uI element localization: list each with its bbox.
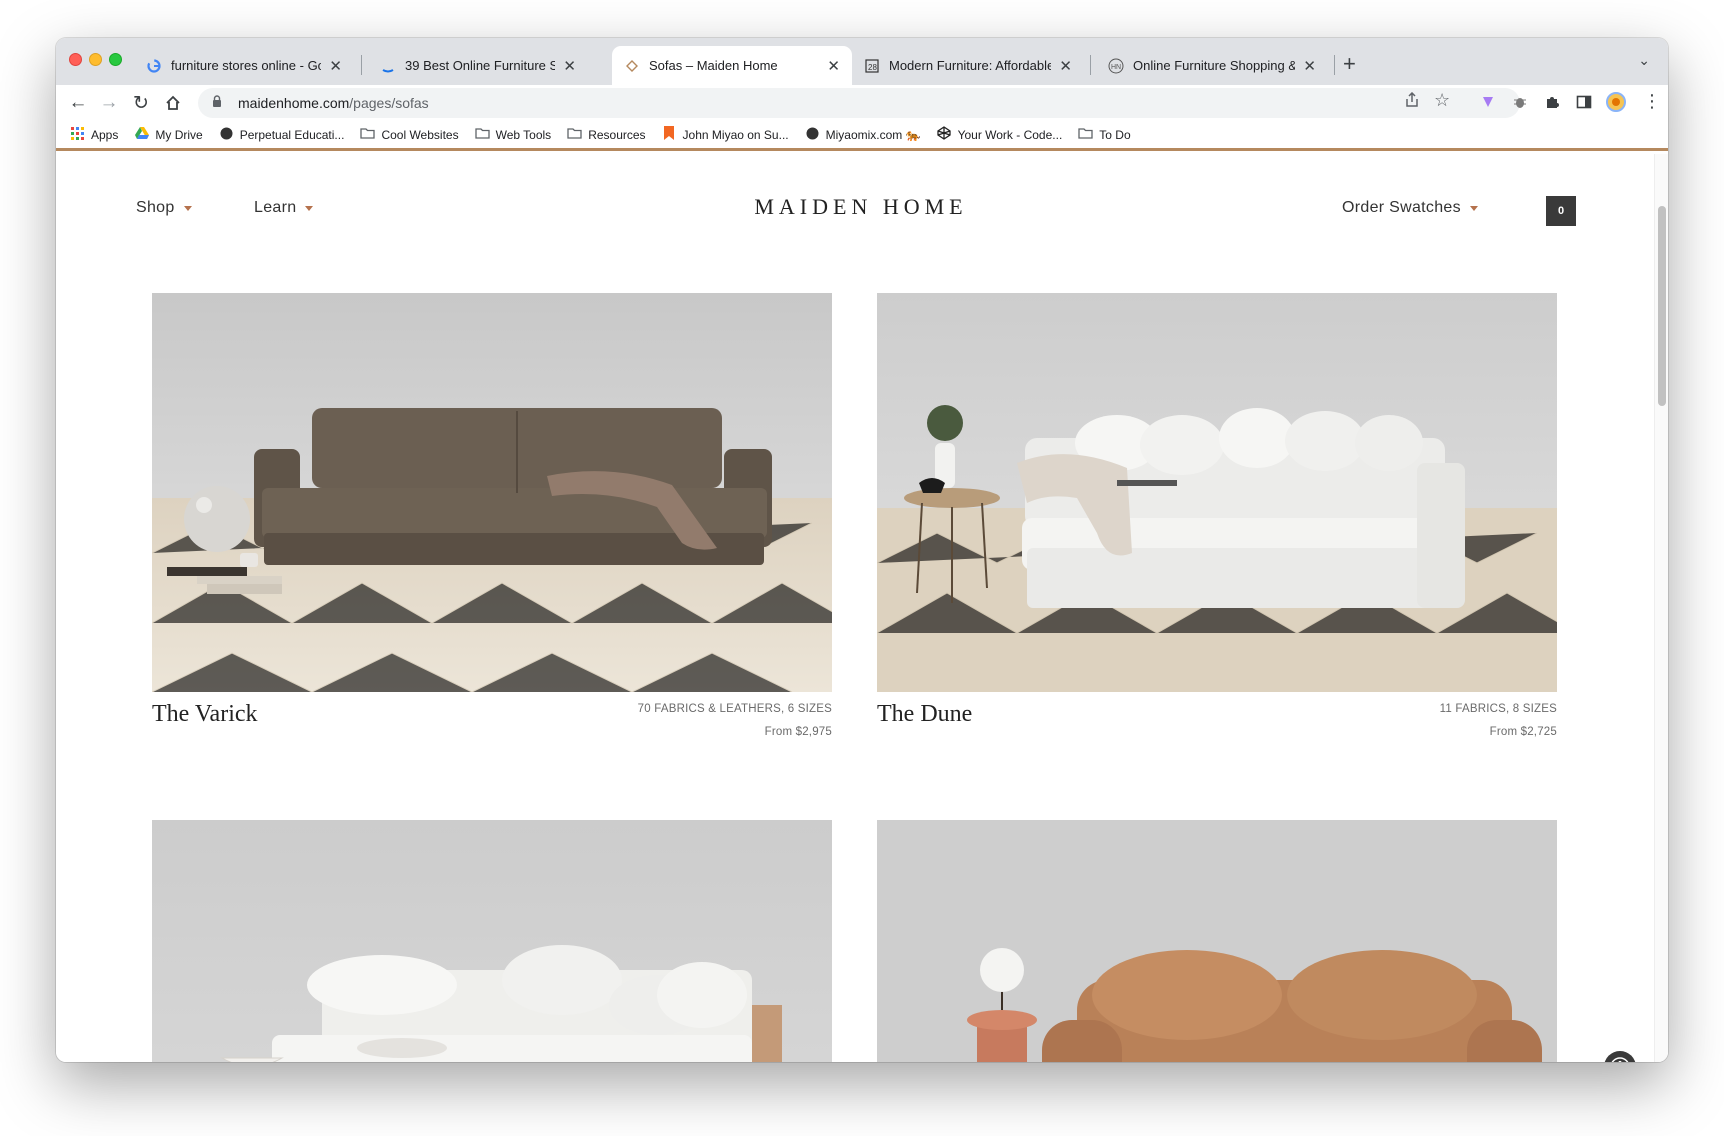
product-price: From $2,975 (764, 726, 832, 738)
product-price: From $2,725 (1489, 726, 1557, 738)
product-card-4[interactable] (877, 820, 1557, 1062)
caret-down-icon (1469, 205, 1478, 211)
shop-menu[interactable]: Shop (136, 199, 192, 217)
circle-icon (219, 127, 234, 143)
svg-text:HN: HN (1111, 64, 1121, 71)
product-meta: 11 FABRICS, 8 SIZES From $2,725 (1440, 698, 1557, 744)
product-image-varick[interactable] (152, 293, 832, 692)
circle-icon (805, 127, 820, 143)
product-meta: 70 FABRICS & LEATHERS, 6 SIZES From $2,9… (638, 698, 832, 744)
bookmark-folder-to-do[interactable]: To Do (1078, 127, 1131, 142)
product-image-3[interactable] (152, 820, 832, 1062)
new-tab-button[interactable]: + (1343, 51, 1356, 77)
close-tab-icon[interactable]: ✕ (563, 57, 576, 75)
order-swatches-menu[interactable]: Order Swatches (1342, 199, 1478, 217)
tab-google-search[interactable]: furniture stores online - Google ✕ (134, 46, 354, 85)
share-icon[interactable] (1405, 91, 1419, 113)
bookmark-flag-icon (662, 126, 677, 143)
product-name[interactable]: The Dune (877, 701, 972, 728)
folder-icon (1078, 127, 1093, 142)
caret-down-icon (183, 205, 192, 211)
bookmark-star-icon[interactable]: ☆ (1434, 90, 1450, 111)
reload-icon[interactable]: ↻ (128, 90, 154, 116)
codepen-icon (937, 126, 952, 143)
bookmark-folder-web-tools[interactable]: Web Tools (474, 127, 551, 142)
tab-maiden-home-sofas[interactable]: Sofas – Maiden Home ✕ (612, 46, 852, 85)
forward-arrow-icon[interactable]: → (96, 90, 122, 116)
bookmark-perpetual-education[interactable]: Perpetual Educati... (219, 127, 344, 143)
bookmark-folder-resources[interactable]: Resources (567, 127, 646, 142)
close-tab-icon[interactable]: ✕ (1303, 57, 1316, 75)
apps-grid-icon (70, 126, 85, 143)
zoom-window-button[interactable] (109, 53, 122, 66)
google-drive-icon (134, 127, 149, 142)
site-icon: 28 (864, 58, 880, 74)
tab-search-chevron-icon[interactable]: ⌄ (1638, 52, 1650, 69)
site-icon: HN (1108, 58, 1124, 74)
scroll-thumb[interactable] (1658, 206, 1666, 406)
browser-toolbar: ← → ↻ maidenhome.com/pages/sofas ☆ ⋮ (56, 85, 1668, 121)
site-header: Shop Learn MAIDEN HOME Order Swatches 0 (56, 154, 1654, 258)
url-text: maidenhome.com/pages/sofas (238, 95, 429, 111)
puzzle-extensions-icon[interactable] (1544, 94, 1560, 115)
product-card-varick[interactable]: The Varick 70 FABRICS & LEATHERS, 6 SIZE… (152, 293, 832, 753)
bookmark-john-miyao[interactable]: John Miyao on Su... (662, 126, 789, 143)
bookmark-folder-cool-websites[interactable]: Cool Websites (360, 127, 459, 142)
close-tab-icon[interactable]: ✕ (329, 57, 342, 75)
learn-menu[interactable]: Learn (254, 199, 314, 217)
minimize-window-button[interactable] (89, 53, 102, 66)
bookmark-apps[interactable]: Apps (70, 126, 118, 143)
tab-modern-furniture[interactable]: 28 Modern Furniture: Affordable S ✕ (852, 46, 1084, 85)
back-arrow-icon[interactable]: ← (65, 90, 91, 116)
maiden-home-logo[interactable]: MAIDEN HOME (746, 194, 976, 220)
maiden-home-icon (624, 58, 640, 74)
product-card-dune[interactable]: The Dune 11 FABRICS, 8 SIZES From $2,725 (877, 293, 1557, 753)
extension-bug-icon[interactable] (1512, 94, 1528, 115)
tab-online-furniture-shopping[interactable]: HN Online Furniture Shopping & H ✕ (1096, 46, 1328, 85)
folder-icon (360, 127, 376, 142)
product-card-3[interactable] (152, 820, 832, 1062)
bookmarks-bar: Apps My Drive Perpetual Educati... Cool … (56, 121, 1668, 151)
home-icon[interactable] (160, 90, 186, 116)
tab-39-best-stores[interactable]: 39 Best Online Furniture Stores ✕ (368, 46, 588, 85)
product-name[interactable]: The Varick (152, 701, 258, 728)
product-image-4[interactable] (877, 820, 1557, 1062)
browser-window: furniture stores online - Google ✕ 39 Be… (56, 38, 1668, 1062)
accessibility-icon[interactable] (1604, 1051, 1636, 1062)
side-panel-icon[interactable] (1576, 94, 1592, 115)
cart-button[interactable]: 0 (1546, 196, 1576, 226)
lock-icon (212, 95, 226, 111)
product-options: 11 FABRICS, 8 SIZES (1439, 703, 1557, 715)
web-page: Shop Learn MAIDEN HOME Order Swatches 0 (56, 154, 1668, 1062)
page-scrollbar[interactable] (1654, 154, 1668, 1062)
caret-down-icon (305, 205, 314, 211)
bookmark-miyaomix[interactable]: Miyaomix.com 🐅 (805, 127, 921, 143)
product-options: 70 FABRICS & LEATHERS, 6 SIZES (637, 703, 832, 715)
bookmark-codepen-your-work[interactable]: Your Work - Code... (937, 126, 1062, 143)
product-image-dune[interactable] (877, 293, 1557, 692)
site-icon (380, 58, 396, 74)
browser-menu-icon[interactable]: ⋮ (1643, 91, 1661, 112)
folder-icon (567, 127, 582, 142)
folder-icon (474, 127, 490, 142)
tab-strip: furniture stores online - Google ✕ 39 Be… (56, 38, 1668, 85)
extension-icon[interactable] (1480, 94, 1496, 115)
bookmark-my-drive[interactable]: My Drive (134, 127, 203, 142)
svg-text:28: 28 (868, 63, 877, 72)
close-window-button[interactable] (69, 53, 82, 66)
profile-avatar[interactable] (1606, 92, 1626, 117)
close-tab-icon[interactable]: ✕ (1059, 57, 1072, 75)
address-bar[interactable]: maidenhome.com/pages/sofas (198, 88, 1520, 118)
close-tab-icon[interactable]: ✕ (827, 57, 840, 75)
google-icon (146, 58, 162, 74)
